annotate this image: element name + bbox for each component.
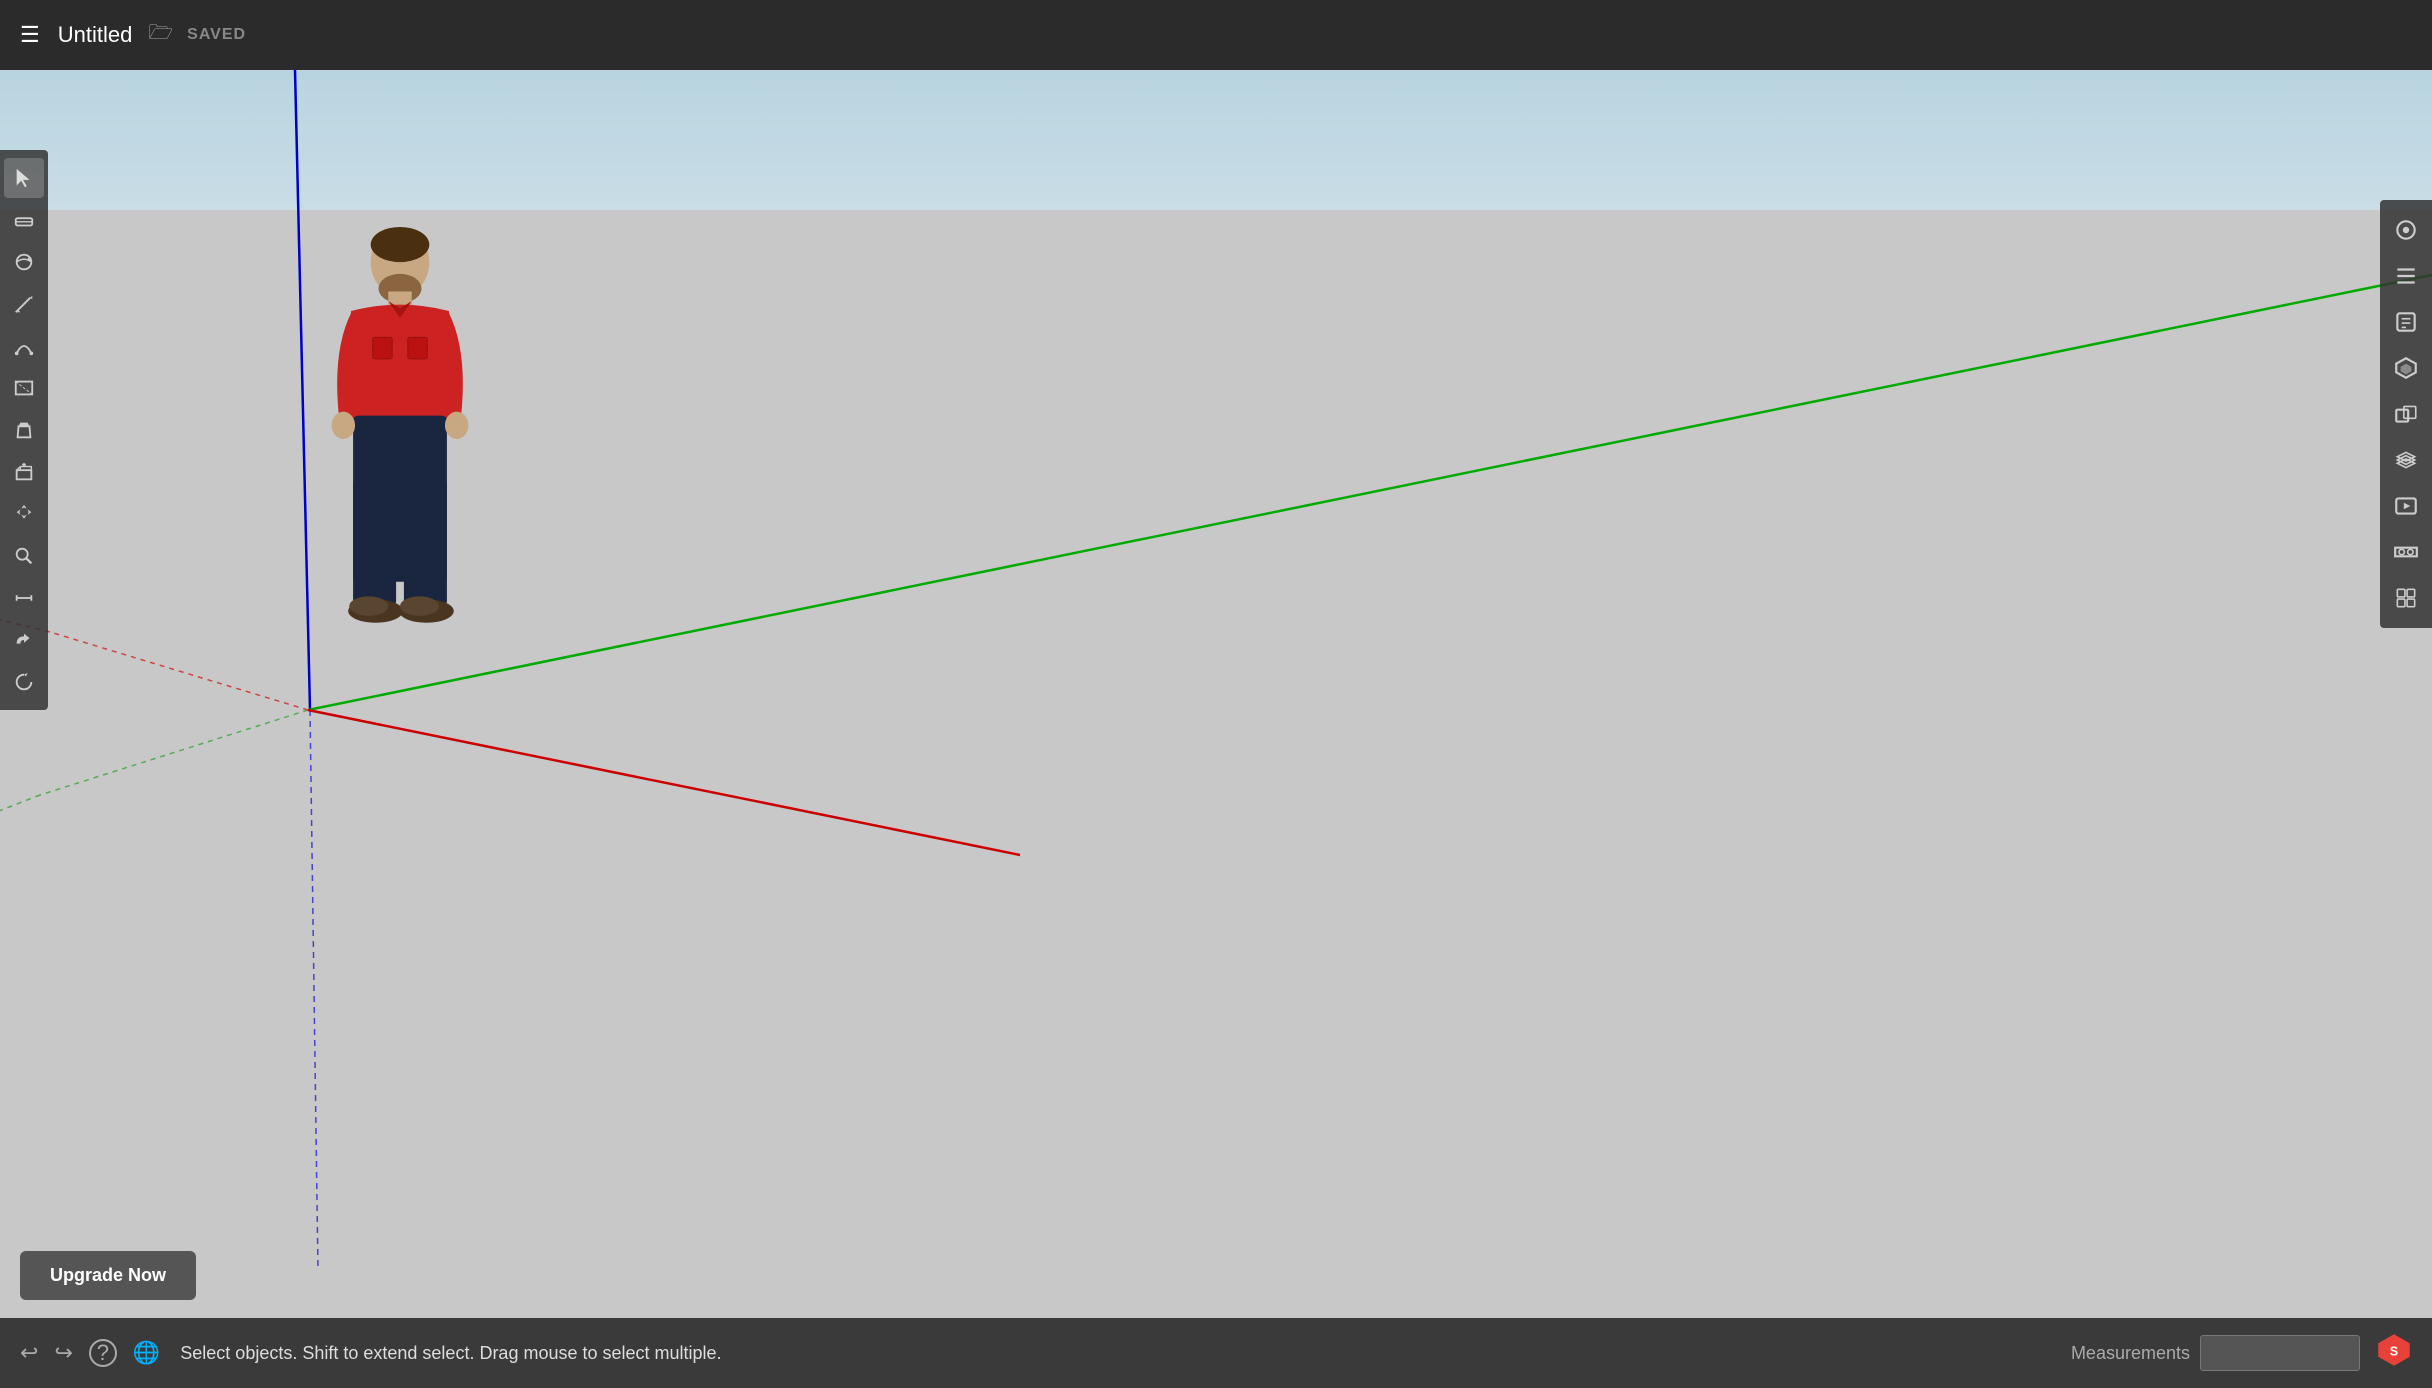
outliner-panel[interactable] xyxy=(2384,254,2428,298)
folder-icon[interactable]: 🗁 xyxy=(148,18,173,52)
viewport[interactable] xyxy=(0,70,2432,1318)
orbit-tool[interactable] xyxy=(4,242,44,282)
sketchup-footer-icon: S xyxy=(2376,1332,2412,1375)
measurements-input[interactable] xyxy=(2200,1335,2360,1371)
saved-status: SAVED xyxy=(187,26,246,44)
measurements-label: Measurements xyxy=(2071,1343,2190,1364)
select-tool[interactable] xyxy=(4,158,44,198)
eraser-tool[interactable] xyxy=(4,200,44,240)
pencil-tool[interactable] xyxy=(4,284,44,324)
arc-tool[interactable] xyxy=(4,326,44,366)
layers-panel[interactable] xyxy=(2384,438,2428,482)
top-bar: ☰ Untitled 🗁 SAVED xyxy=(0,0,2432,70)
help-icon[interactable]: ? xyxy=(89,1339,117,1367)
undo-icon[interactable]: ↩ xyxy=(20,1340,38,1366)
zoom-tool[interactable] xyxy=(4,536,44,576)
rotate-tool[interactable] xyxy=(4,662,44,702)
rectangle-tool[interactable] xyxy=(4,368,44,408)
status-bar: ↩ ↪ ? 🌐 Select objects. Shift to extend … xyxy=(0,1318,2432,1388)
components-panel[interactable] xyxy=(2384,346,2428,390)
ground-background xyxy=(0,210,2432,1318)
paint-tool[interactable] xyxy=(4,410,44,450)
styles-panel[interactable] xyxy=(2384,208,2428,252)
scenes-panel[interactable] xyxy=(2384,484,2428,528)
status-message: Select objects. Shift to extend select. … xyxy=(180,1343,2071,1364)
tape-tool[interactable] xyxy=(4,578,44,618)
menu-icon[interactable]: ☰ xyxy=(20,22,40,48)
vr-panel[interactable] xyxy=(2384,530,2428,574)
instructor-panel[interactable] xyxy=(2384,300,2428,344)
follow-me-tool[interactable] xyxy=(4,620,44,660)
svg-text:S: S xyxy=(2390,1344,2398,1358)
globe-icon[interactable]: 🌐 xyxy=(133,1340,160,1366)
pushpull-tool[interactable] xyxy=(4,452,44,492)
move-tool[interactable] xyxy=(4,494,44,534)
sky-background xyxy=(0,70,2432,210)
solid-tools-panel[interactable] xyxy=(2384,392,2428,436)
right-toolbar xyxy=(2380,200,2432,628)
extension-panel[interactable] xyxy=(2384,576,2428,620)
document-title[interactable]: Untitled xyxy=(58,22,133,48)
upgrade-now-button[interactable]: Upgrade Now xyxy=(20,1251,196,1300)
left-toolbar xyxy=(0,150,48,710)
redo-icon[interactable]: ↪ xyxy=(54,1340,72,1366)
status-icons: ↩ ↪ ? 🌐 xyxy=(20,1339,160,1367)
